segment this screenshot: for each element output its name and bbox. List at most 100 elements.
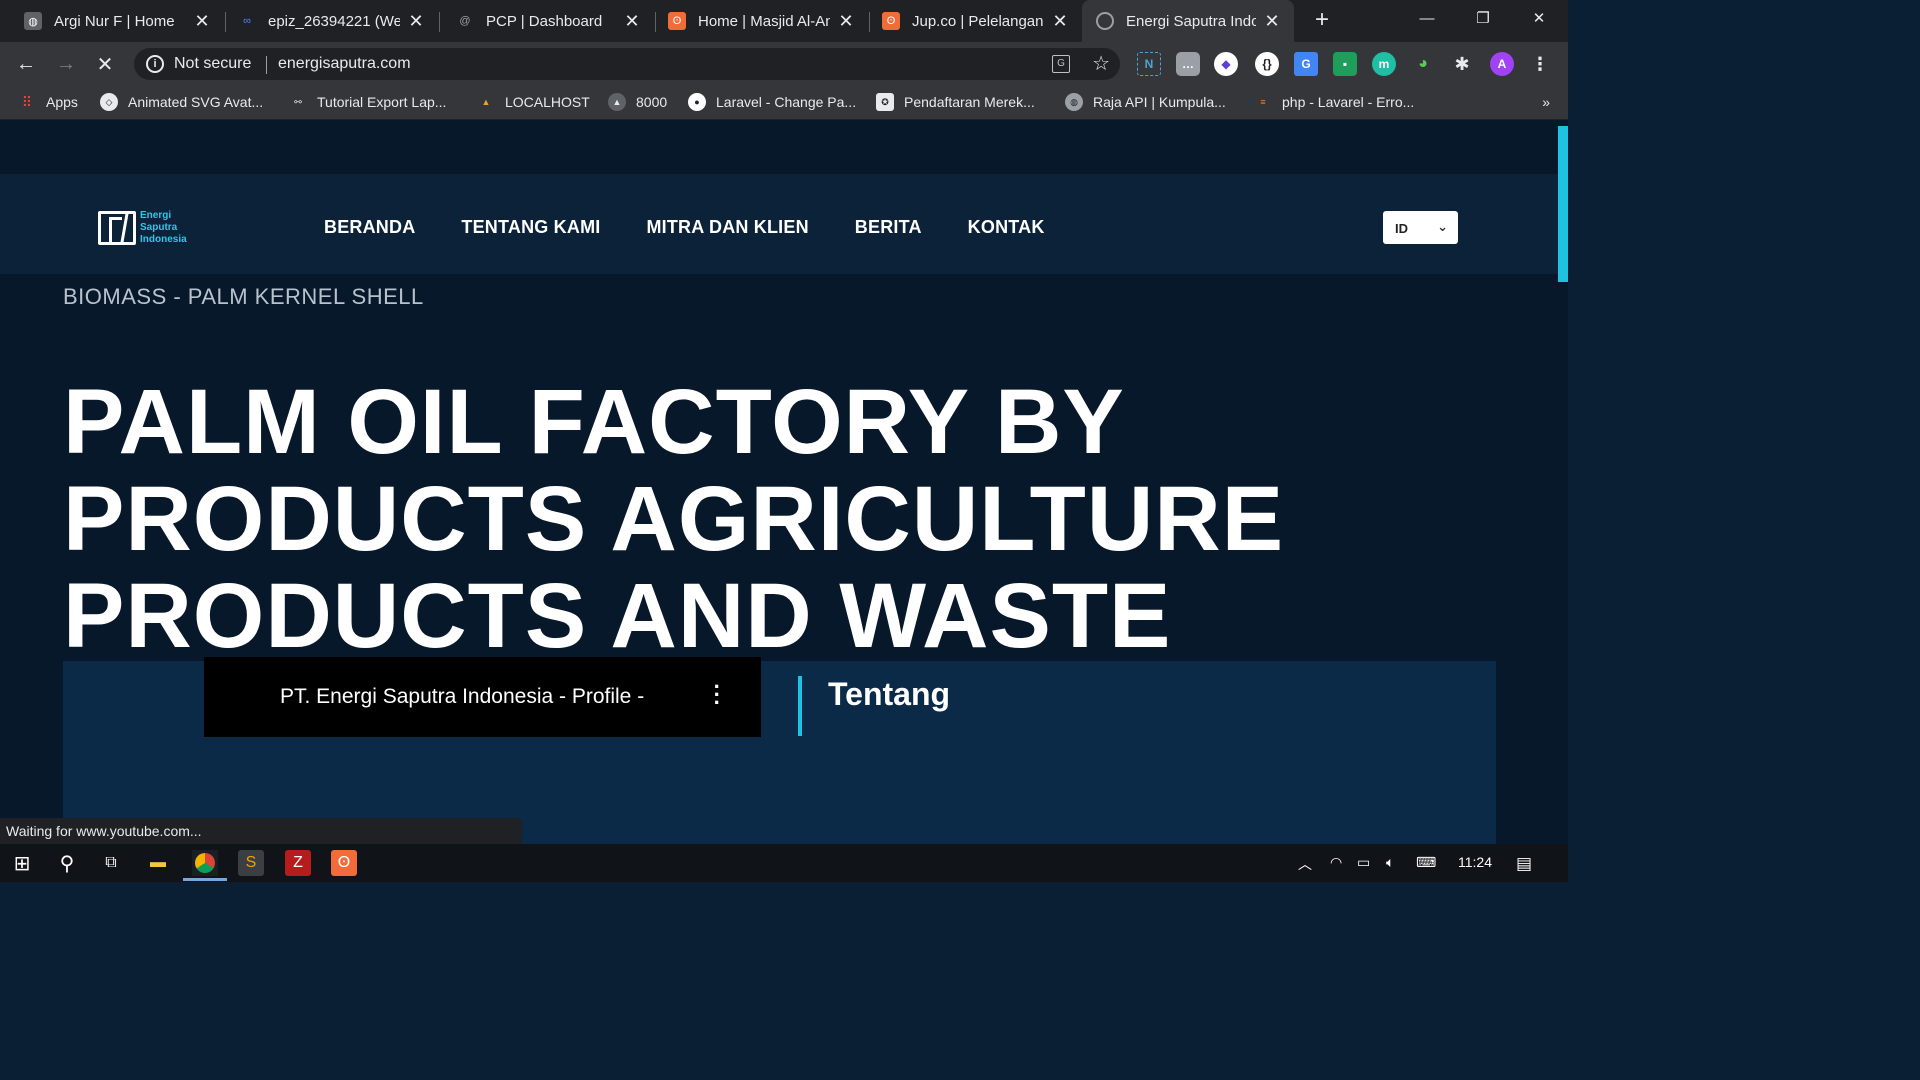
hero-line: PALM OIL FACTORY BY (63, 371, 1125, 473)
bookmark-pendaftaran[interactable]: ✪ Pendaftaran Merek... (876, 93, 1035, 111)
bookmark-label: php - Lavarel - Erro... (1282, 94, 1415, 110)
address-bar[interactable]: i Not secure energisaputra.com G ☆ (134, 48, 1120, 80)
extension-chat-icon[interactable]: … (1176, 52, 1200, 76)
language-select[interactable]: ID ⌄ (1383, 211, 1458, 244)
spiral-icon: @ (459, 15, 471, 27)
active-app-indicator (183, 878, 227, 881)
file-explorer-icon[interactable]: ▬ (145, 850, 171, 876)
globe-icon: ◍ (24, 12, 42, 30)
extension-green-icon[interactable]: ▪ (1333, 52, 1357, 76)
close-tab-icon[interactable]: ✕ (836, 11, 856, 31)
minimize-button[interactable]: — (1400, 0, 1454, 36)
nav-berita[interactable]: BERITA (855, 217, 922, 238)
page-category: BIOMASS - PALM KERNEL SHELL (63, 284, 424, 309)
xampp-icon[interactable]: ʘ (331, 850, 357, 876)
bookmarks-bar: ⠿ Apps ◇ Animated SVG Avat... ⚯ Tutorial… (0, 86, 1568, 120)
bookmark-localhost[interactable]: ▲ LOCALHOST (477, 93, 590, 111)
chrome-menu-icon[interactable]: ⋮ (1528, 52, 1552, 76)
back-button[interactable]: ← (12, 50, 40, 78)
scrollbar-thumb[interactable] (1558, 126, 1568, 282)
action-center-icon[interactable]: ▤ (1516, 854, 1532, 874)
extension-braces-icon[interactable]: {} (1255, 52, 1279, 76)
battery-icon[interactable]: ▭ (1357, 854, 1370, 871)
chrome-logo (195, 853, 215, 873)
nav-beranda[interactable]: BERANDA (324, 217, 415, 238)
tab-argi[interactable]: ◍ Argi Nur F | Home ✕ (0, 0, 224, 42)
chrome-taskbar-icon[interactable] (192, 850, 218, 876)
search-icon[interactable]: ⚲ (54, 850, 80, 876)
about-accent-bar (798, 676, 802, 736)
filezilla-icon[interactable]: Z (285, 850, 311, 876)
system-clock[interactable]: 11:24 (1458, 854, 1492, 870)
stackoverflow-icon: ≡ (1260, 97, 1266, 107)
bookmark-apps[interactable]: ⠿ Apps (18, 93, 78, 111)
bookmark-star-icon[interactable]: ☆ (1092, 51, 1110, 76)
close-tab-icon[interactable]: ✕ (1262, 11, 1282, 31)
nav-kontak[interactable]: KONTAK (968, 217, 1045, 238)
close-tab-icon[interactable]: ✕ (192, 11, 212, 31)
more-bookmarks-button[interactable]: » (1542, 94, 1550, 110)
volume-icon[interactable]: 🔈︎ (1386, 854, 1394, 871)
hero-line: PRODUCTS AND WASTE (63, 565, 1172, 667)
logo-line: Energi (140, 210, 172, 221)
bookmark-stackoverflow[interactable]: ≡ php - Lavarel - Erro... (1254, 93, 1414, 111)
bookmark-svg-avatars[interactable]: ◇ Animated SVG Avat... (100, 93, 263, 111)
wifi-icon[interactable]: ◠ (1330, 854, 1342, 871)
profile-initial: A (1497, 57, 1507, 71)
video-title[interactable]: PT. Energi Saputra Indonesia - Profile - (280, 685, 644, 709)
apps-grid-icon: ⠿ (21, 93, 33, 110)
extension-translate-icon[interactable]: G (1294, 52, 1318, 76)
task-view-icon[interactable]: ⧉ (98, 850, 124, 876)
close-window-button[interactable]: ✕ (1512, 0, 1566, 36)
tab-title: Energi Saputra Indon (1126, 12, 1256, 30)
restore-button[interactable]: ❐ (1456, 0, 1510, 36)
tab-epiz[interactable]: ∞ epiz_26394221 (Web ✕ (226, 0, 438, 42)
bookmark-label: Raja API | Kumpula... (1093, 94, 1226, 110)
extensions-puzzle-icon[interactable]: ✱ (1450, 52, 1474, 76)
site-header: Energi Saputra Indonesia BERANDA TENTANG… (0, 174, 1558, 274)
extension-n-icon[interactable]: N (1137, 52, 1161, 76)
tab-jupco[interactable]: ʘ Jup.co | Pelelangan C ✕ (870, 0, 1082, 42)
main-nav: BERANDA TENTANG KAMI MITRA DAN KLIEN BER… (324, 217, 1045, 238)
site-icon: ● (688, 93, 706, 111)
nav-tentang-kami[interactable]: TENTANG KAMI (461, 217, 600, 238)
close-tab-icon[interactable]: ✕ (1050, 11, 1070, 31)
new-tab-button[interactable]: + (1310, 8, 1334, 32)
server-icon: ▲ (608, 93, 626, 111)
video-menu-icon[interactable]: · · · (714, 676, 721, 714)
stop-loading-button[interactable]: ✕ (91, 50, 119, 78)
logo-line: Indonesia (140, 234, 187, 245)
tray-expand-icon[interactable]: ︿ (1298, 854, 1312, 874)
tab-pcp[interactable]: @ PCP | Dashboard ✕ (440, 0, 654, 42)
bookmark-8000[interactable]: ▲ 8000 (608, 93, 667, 111)
extension-diamond-icon[interactable]: ◆ (1214, 52, 1238, 76)
youtube-embed[interactable]: PT. Energi Saputra Indonesia - Profile -… (204, 657, 761, 737)
link-icon: ⚯ (294, 96, 302, 107)
translate-icon[interactable]: G (1052, 55, 1070, 73)
close-tab-icon[interactable]: ✕ (406, 11, 426, 31)
tab-strip: ◍ Argi Nur F | Home ✕ ∞ epiz_26394221 (W… (0, 0, 1568, 42)
tab-masjid[interactable]: ʘ Home | Masjid Al-An ✕ (656, 0, 868, 42)
hero-line: PRODUCTS AGRICULTURE (63, 468, 1285, 570)
extension-leaf-icon[interactable]: ◕ (1411, 52, 1435, 76)
logo-mark (98, 211, 136, 245)
infinity-icon: ∞ (243, 15, 251, 27)
url-text[interactable]: energisaputra.com (278, 55, 411, 73)
windows-start-icon[interactable]: ⊞ (9, 850, 35, 876)
info-icon[interactable]: i (146, 55, 164, 73)
tab-title: Home | Masjid Al-An (698, 12, 830, 30)
keyboard-icon[interactable]: ⌨ (1416, 854, 1436, 871)
profile-avatar[interactable]: A (1490, 52, 1514, 76)
nav-mitra-dan-klien[interactable]: MITRA DAN KLIEN (646, 217, 808, 238)
tab-energi-active[interactable]: Energi Saputra Indon ✕ (1082, 0, 1294, 42)
extension-m-icon[interactable]: m (1372, 52, 1396, 76)
site-logo[interactable]: Energi Saputra Indonesia (98, 210, 187, 246)
forward-button[interactable]: → (52, 50, 80, 78)
close-tab-icon[interactable]: ✕ (622, 11, 642, 31)
bookmark-laravel[interactable]: ● Laravel - Change Pa... (688, 93, 856, 111)
bookmark-raja-api[interactable]: ◍ Raja API | Kumpula... (1065, 93, 1226, 111)
bookmark-label: 8000 (636, 94, 668, 110)
bookmark-tutorial-export[interactable]: ⚯ Tutorial Export Lap... (289, 93, 446, 111)
taskbar: ⊞ ⚲ ⧉ ▬ S Z ʘ ︿ ◠ ▭ 🔈︎ ⌨ 11:24 ▤ (0, 844, 1568, 882)
sublime-text-icon[interactable]: S (238, 850, 264, 876)
